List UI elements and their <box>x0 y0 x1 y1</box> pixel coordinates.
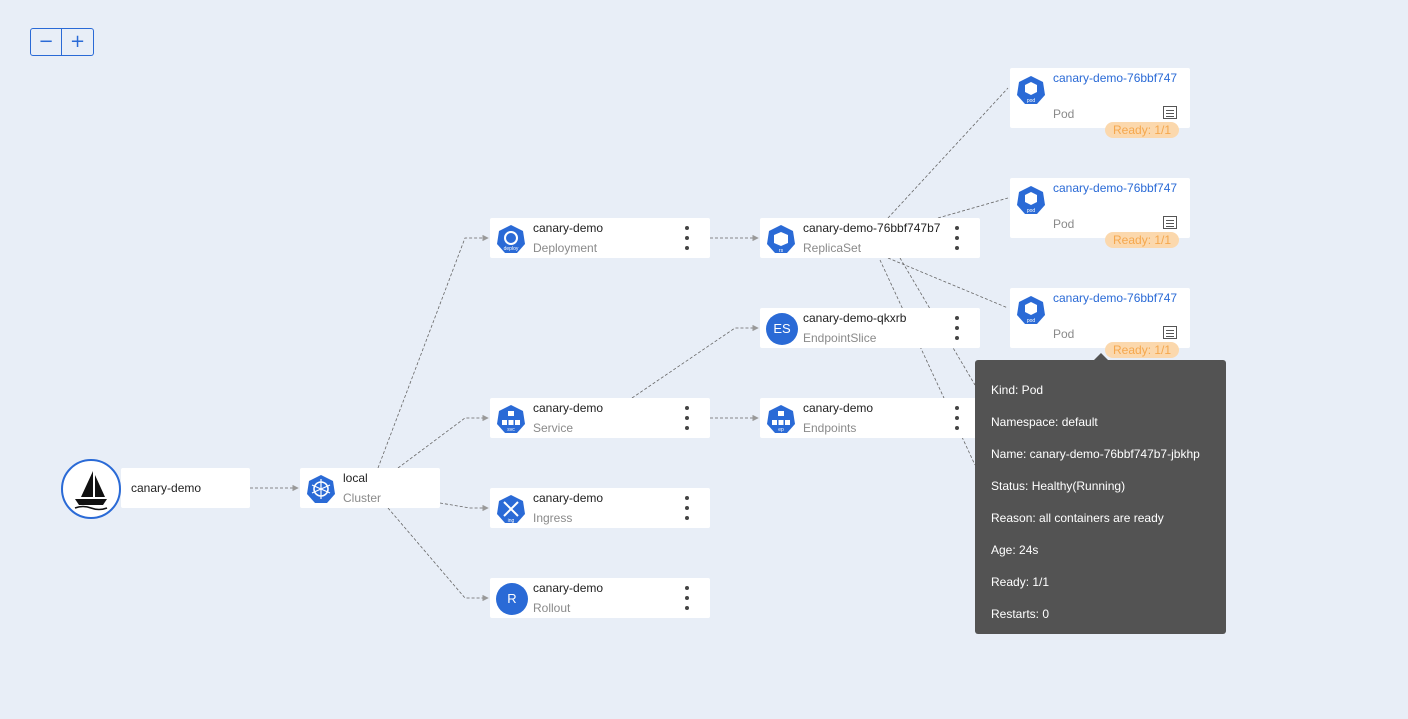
edge-cluster-service <box>397 414 489 469</box>
ingress-icon: ing <box>497 495 525 524</box>
cluster-name: local <box>343 471 368 485</box>
rollout-name: canary-demo <box>533 581 604 595</box>
ready-badge: Ready: 1/1 <box>1105 342 1180 358</box>
service-kind: Service <box>533 421 574 435</box>
cluster-node[interactable]: local Cluster <box>300 468 440 508</box>
sailboat-icon <box>74 471 108 511</box>
ingress-icon-text: ing <box>508 518 515 524</box>
service-node[interactable]: svc canary-demo Service <box>490 398 710 438</box>
replicaset-icon-text: rs <box>779 248 784 254</box>
application-name: canary-demo <box>131 481 202 495</box>
edge-replicaset-pod2 <box>937 197 1009 219</box>
ingress-node[interactable]: ing canary-demo Ingress <box>490 488 710 528</box>
ready-badge: Ready: 1/1 <box>1105 232 1180 248</box>
rollout-node[interactable]: R canary-demo Rollout <box>490 578 710 618</box>
edge-cluster-ingress <box>439 502 489 512</box>
ingress-name: canary-demo <box>533 491 604 505</box>
kubernetes-cluster-icon <box>307 475 335 503</box>
endpoints-icon: ep <box>767 405 795 433</box>
deployment-icon-text: deploy <box>504 246 519 252</box>
endpoints-node[interactable]: ep canary-demo Endpoints <box>760 398 980 438</box>
ingress-menu-icon[interactable] <box>680 496 694 520</box>
service-icon-text: svc <box>507 427 515 433</box>
deployment-kind: Deployment <box>533 241 598 255</box>
pod-icon-text: pod <box>1027 208 1036 214</box>
ready-badge: Ready: 1/1 <box>1105 122 1180 138</box>
pod-icon: pod <box>1017 296 1045 324</box>
endpoints-icon-text: ep <box>778 427 784 433</box>
tooltip-name: Name: canary-demo-76bbf747b7-jbkhp <box>991 447 1200 461</box>
deployment-icon: deploy <box>497 225 525 253</box>
deployment-name: canary-demo <box>533 221 604 235</box>
replicaset-node[interactable]: rs canary-demo-76bbf747b7 ReplicaSet <box>760 218 980 258</box>
edge-cluster-deployment <box>377 234 489 469</box>
endpoints-kind: Endpoints <box>803 421 857 435</box>
deployment-menu-icon[interactable] <box>680 226 694 250</box>
pod-node[interactable]: pod canary-demo-76bbf747 Pod Ready: 1/1 <box>1010 288 1190 358</box>
pod-name[interactable]: canary-demo-76bbf747 <box>1053 71 1177 85</box>
ingress-kind: Ingress <box>533 511 573 525</box>
tooltip-restarts: Restarts: 0 <box>991 607 1050 621</box>
pod-kind: Pod <box>1053 107 1075 121</box>
pod-icon-text: pod <box>1027 98 1036 104</box>
cluster-kind: Cluster <box>343 491 382 505</box>
pod-kind: Pod <box>1053 327 1075 341</box>
application-node[interactable]: canary-demo <box>121 468 250 508</box>
tooltip-namespace: Namespace: default <box>991 415 1098 429</box>
tooltip-age: Age: 24s <box>991 543 1039 557</box>
service-icon: svc <box>497 405 525 433</box>
service-menu-icon[interactable] <box>680 406 694 430</box>
edge-cluster-rollout <box>387 507 489 602</box>
tooltip-status: Status: Healthy(Running) <box>991 479 1126 493</box>
endpointslice-kind: EndpointSlice <box>803 331 877 345</box>
endpoints-name: canary-demo <box>803 401 874 415</box>
endpointslice-icon: ES <box>766 313 798 345</box>
logs-icon[interactable] <box>1163 216 1177 229</box>
pod-kind: Pod <box>1053 217 1075 231</box>
pod-node[interactable]: pod canary-demo-76bbf747 Pod Ready: 1/1 <box>1010 178 1190 248</box>
edge-service-endpointslice <box>631 324 759 399</box>
replicaset-name: canary-demo-76bbf747b7 <box>803 221 941 235</box>
tooltip-reason: Reason: all containers are ready <box>991 511 1164 525</box>
endpointslice-name: canary-demo-qkxrb <box>803 311 907 325</box>
tooltip-ready: Ready: 1/1 <box>991 575 1050 589</box>
edge-replicaset-pod3 <box>887 257 1009 309</box>
pod-name[interactable]: canary-demo-76bbf747 <box>1053 181 1177 195</box>
endpointslice-menu-icon[interactable] <box>950 316 964 340</box>
deployment-node[interactable]: deploy canary-demo Deployment <box>490 218 710 258</box>
pod-icon-text: pod <box>1027 318 1036 324</box>
rollout-icon: R <box>496 583 528 615</box>
pod-icon: pod <box>1017 76 1045 104</box>
pod-icon: pod <box>1017 186 1045 214</box>
rollout-menu-icon[interactable] <box>680 586 694 610</box>
replicaset-kind: ReplicaSet <box>803 241 862 255</box>
endpoints-menu-icon[interactable] <box>950 406 964 430</box>
application-icon[interactable] <box>61 459 121 519</box>
pod-name[interactable]: canary-demo-76bbf747 <box>1053 291 1177 305</box>
tooltip-kind: Kind: Pod <box>991 383 1044 397</box>
replicaset-menu-icon[interactable] <box>950 226 964 250</box>
replicaset-icon: rs <box>767 225 795 254</box>
logs-icon[interactable] <box>1163 106 1177 119</box>
rollout-kind: Rollout <box>533 601 571 615</box>
edge-replicaset-pod1 <box>887 87 1009 219</box>
pod-tooltip: Kind: Pod Namespace: default Name: canar… <box>975 353 1226 634</box>
pod-node[interactable]: pod canary-demo-76bbf747 Pod Ready: 1/1 <box>1010 68 1190 138</box>
logs-icon[interactable] <box>1163 326 1177 339</box>
endpointslice-node[interactable]: ES canary-demo-qkxrb EndpointSlice <box>760 308 980 348</box>
service-name: canary-demo <box>533 401 604 415</box>
